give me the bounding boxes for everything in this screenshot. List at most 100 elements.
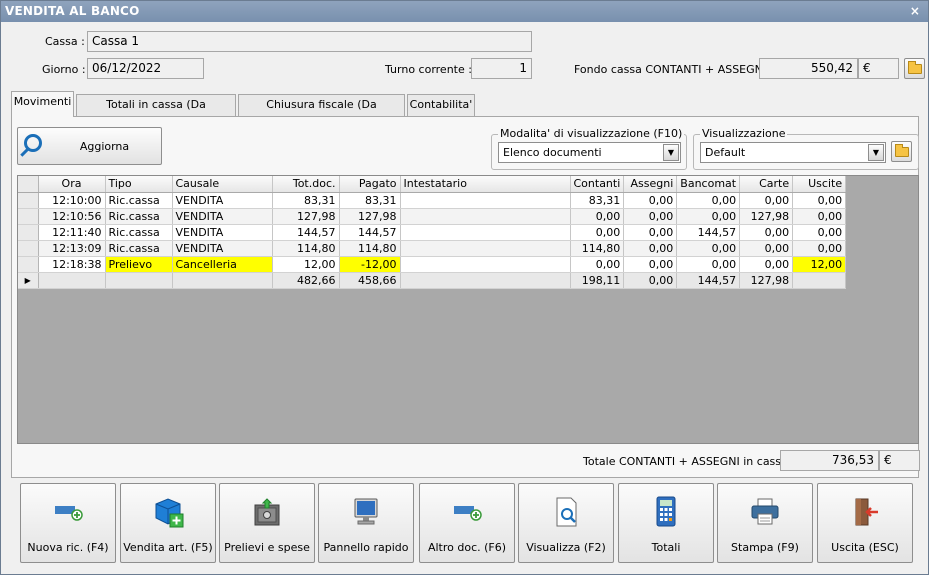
cell-causale[interactable]: Cancelleria (172, 256, 273, 273)
cell-ora[interactable]: 12:10:56 (38, 208, 106, 225)
chevron-down-icon[interactable]: ▼ (663, 144, 679, 161)
cell-uscite[interactable]: 0,00 (792, 240, 847, 257)
cell-bancomat[interactable]: 0,00 (676, 240, 741, 257)
view-button[interactable]: Visualizza (F2) (518, 483, 614, 563)
view-select[interactable]: Default ▼ (700, 142, 886, 163)
cell-uscite[interactable]: 0,00 (792, 224, 847, 241)
close-icon[interactable]: × (908, 1, 922, 22)
cell-intestatario[interactable] (400, 256, 571, 273)
cell-totdoc[interactable]: 127,98 (272, 208, 340, 225)
movements-grid[interactable]: Ora Tipo Causale Tot.doc. Pagato Intesta… (17, 175, 919, 444)
exit-button[interactable]: Uscita (ESC) (817, 483, 913, 563)
cell-contanti[interactable]: 0,00 (570, 224, 625, 241)
cell-pagato[interactable]: 114,80 (339, 240, 401, 257)
print-button[interactable]: Stampa (F9) (717, 483, 813, 563)
cell-tipo[interactable]: Ric.cassa (105, 224, 173, 241)
cell-ora[interactable]: 12:18:38 (38, 256, 106, 273)
cell-uscite[interactable]: 0,00 (792, 192, 847, 209)
refresh-button[interactable]: Aggiorna (17, 127, 162, 165)
col-header-assegni[interactable]: Assegni (623, 176, 678, 193)
cell-pagato[interactable]: 127,98 (339, 208, 401, 225)
row-selector[interactable] (18, 256, 39, 273)
col-header-pagato[interactable]: Pagato (339, 176, 401, 193)
chevron-down-icon[interactable]: ▼ (868, 144, 884, 161)
cell-uscite[interactable]: 0,00 (792, 208, 847, 225)
cell-carte[interactable]: 0,00 (739, 240, 794, 257)
cell-uscite[interactable]: 12,00 (792, 256, 847, 273)
cell-ora[interactable]: 12:10:00 (38, 192, 106, 209)
cell-intestatario[interactable] (400, 240, 571, 257)
giorno-field[interactable]: 06/12/2022 (87, 58, 204, 79)
cell-totdoc[interactable]: 144,57 (272, 224, 340, 241)
cell-assegni[interactable]: 0,00 (623, 192, 678, 209)
row-selector[interactable] (18, 224, 39, 241)
tab-movimenti[interactable]: Movimenti (11, 91, 74, 117)
cell-ora[interactable]: 12:13:09 (38, 240, 106, 257)
cell-bancomat[interactable]: 0,00 (676, 256, 741, 273)
cell-contanti[interactable]: 83,31 (570, 192, 625, 209)
cell-totdoc[interactable]: 83,31 (272, 192, 340, 209)
fondo-folder-button[interactable] (904, 58, 925, 79)
cell-intestatario[interactable] (400, 224, 571, 241)
col-header-tipo[interactable]: Tipo (105, 176, 173, 193)
quick-panel-button[interactable]: Pannello rapido (318, 483, 414, 563)
turno-field[interactable]: 1 (471, 58, 532, 79)
cell-bancomat[interactable]: 0,00 (676, 208, 741, 225)
cell-pagato[interactable]: 144,57 (339, 224, 401, 241)
col-header-totdoc[interactable]: Tot.doc. (272, 176, 340, 193)
cell-pagato[interactable]: -12,00 (339, 256, 401, 273)
cell-carte[interactable]: 0,00 (739, 224, 794, 241)
tab-contabilita[interactable]: Contabilita' (407, 94, 475, 116)
tab-chiusura-fiscale[interactable]: Chiusura fiscale (Da confermare) (238, 94, 405, 131)
col-header-intestatario[interactable]: Intestatario (400, 176, 571, 193)
cell-tipo[interactable]: Prelievo (105, 256, 173, 273)
cell-totdoc[interactable]: 114,80 (272, 240, 340, 257)
col-header-contanti[interactable]: Contanti (570, 176, 625, 193)
cell-contanti[interactable]: 0,00 (570, 256, 625, 273)
cell-ora[interactable]: 12:11:40 (38, 224, 106, 241)
col-header-carte[interactable]: Carte (739, 176, 794, 193)
cell-intestatario[interactable] (400, 208, 571, 225)
totals-button[interactable]: Totali (618, 483, 714, 563)
cell-contanti[interactable]: 114,80 (570, 240, 625, 257)
col-header-bancomat[interactable]: Bancomat (676, 176, 741, 193)
table-row[interactable]: 12:10:56 Ric.cassa VENDITA 127,98 127,98… (18, 208, 847, 225)
new-receipt-button[interactable]: Nuova ric. (F4) (20, 483, 116, 563)
cell-carte[interactable]: 0,00 (739, 192, 794, 209)
cell-assegni[interactable]: 0,00 (623, 224, 678, 241)
tab-totali-in-cassa[interactable]: Totali in cassa (Da confermare) (76, 94, 236, 131)
cell-tipo[interactable]: Ric.cassa (105, 240, 173, 257)
cell-bancomat[interactable]: 144,57 (676, 224, 741, 241)
col-header-uscite[interactable]: Uscite (792, 176, 847, 193)
table-row[interactable]: 12:10:00 Ric.cassa VENDITA 83,31 83,31 8… (18, 192, 847, 209)
col-header-causale[interactable]: Causale (172, 176, 273, 193)
cell-tipo[interactable]: Ric.cassa (105, 192, 173, 209)
cell-assegni[interactable]: 0,00 (623, 240, 678, 257)
cell-pagato[interactable]: 83,31 (339, 192, 401, 209)
row-selector[interactable] (18, 192, 39, 209)
table-row[interactable]: 12:18:38 Prelievo Cancelleria 12,00 -12,… (18, 256, 847, 273)
row-selector[interactable] (18, 240, 39, 257)
cell-contanti[interactable]: 0,00 (570, 208, 625, 225)
sell-article-button[interactable]: Vendita art. (F5) (120, 483, 216, 563)
cell-assegni[interactable]: 0,00 (623, 256, 678, 273)
view-folder-button[interactable] (891, 141, 912, 162)
cassa-field[interactable]: Cassa 1 (87, 31, 532, 52)
withdrawals-expenses-button[interactable]: Prelievi e spese (219, 483, 315, 563)
cell-tipo[interactable]: Ric.cassa (105, 208, 173, 225)
cell-bancomat[interactable]: 0,00 (676, 192, 741, 209)
table-row[interactable]: 12:11:40 Ric.cassa VENDITA 144,57 144,57… (18, 224, 847, 241)
cell-totdoc[interactable]: 12,00 (272, 256, 340, 273)
fondo-field[interactable]: 550,42 (759, 58, 858, 79)
display-mode-select[interactable]: Elenco documenti ▼ (498, 142, 681, 163)
cell-intestatario[interactable] (400, 192, 571, 209)
total-cash-field[interactable]: 736,53 (780, 450, 879, 471)
cell-causale[interactable]: VENDITA (172, 240, 273, 257)
cell-carte[interactable]: 0,00 (739, 256, 794, 273)
other-document-button[interactable]: Altro doc. (F6) (419, 483, 515, 563)
cell-carte[interactable]: 127,98 (739, 208, 794, 225)
col-header-ora[interactable]: Ora (38, 176, 106, 193)
cell-causale[interactable]: VENDITA (172, 208, 273, 225)
cell-causale[interactable]: VENDITA (172, 192, 273, 209)
row-selector[interactable] (18, 208, 39, 225)
